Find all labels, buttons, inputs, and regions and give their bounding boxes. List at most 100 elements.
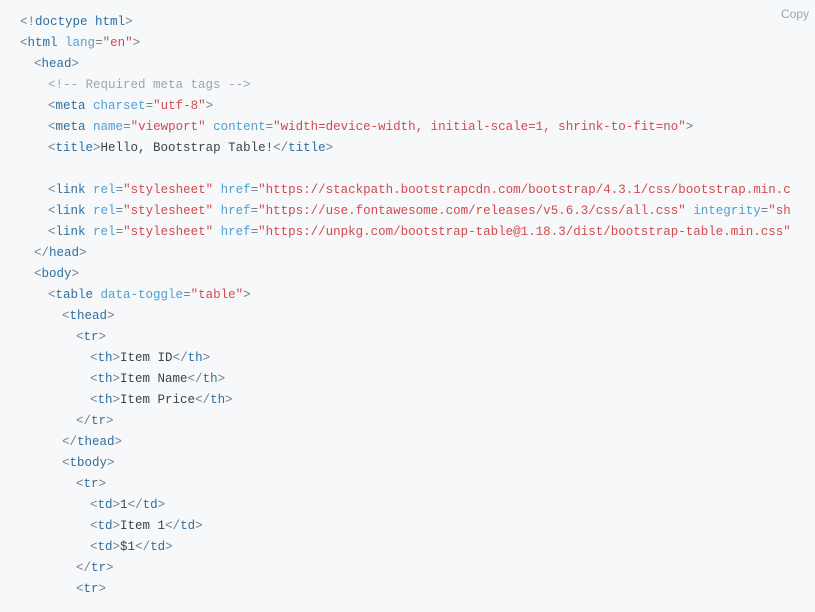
code-token: thead bbox=[70, 309, 108, 323]
code-token: "width=device-width, initial-scale=1, sh… bbox=[273, 120, 686, 134]
code-token: < bbox=[76, 582, 84, 596]
code-line: <thead> bbox=[20, 306, 795, 327]
code-line: <!doctype html> bbox=[20, 12, 795, 33]
code-token: > bbox=[99, 330, 107, 344]
code-token: > bbox=[113, 498, 121, 512]
code-token: tr bbox=[91, 561, 106, 575]
code-token: > bbox=[113, 372, 121, 386]
code-token: td bbox=[98, 498, 113, 512]
code-token: "sh bbox=[768, 204, 791, 218]
code-line: <td>Item 1</td> bbox=[20, 516, 795, 537]
code-token: > bbox=[686, 120, 694, 134]
code-token bbox=[213, 225, 221, 239]
code-token: < bbox=[48, 183, 56, 197]
code-token: > bbox=[72, 57, 80, 71]
code-token: meta bbox=[56, 99, 86, 113]
code-line: <tr> bbox=[20, 327, 795, 348]
code-token: > bbox=[243, 288, 251, 302]
code-token: > bbox=[203, 351, 211, 365]
code-token: < bbox=[20, 36, 28, 50]
code-token bbox=[58, 36, 66, 50]
code-token: tr bbox=[91, 414, 106, 428]
code-token: table bbox=[56, 288, 94, 302]
code-token: doctype html bbox=[35, 15, 125, 29]
code-line: <html lang="en"> bbox=[20, 33, 795, 54]
code-token: title bbox=[288, 141, 326, 155]
code-token: = bbox=[146, 99, 154, 113]
code-token: = bbox=[116, 225, 124, 239]
code-token: < bbox=[48, 225, 56, 239]
code-token: </ bbox=[273, 141, 288, 155]
code-token bbox=[93, 288, 101, 302]
code-line: <body> bbox=[20, 264, 795, 285]
code-token: < bbox=[90, 519, 98, 533]
code-token: <!-- Required meta tags --> bbox=[48, 78, 251, 92]
code-token: < bbox=[62, 309, 70, 323]
code-token: href bbox=[221, 204, 251, 218]
code-token bbox=[213, 183, 221, 197]
code-token: thead bbox=[77, 435, 115, 449]
code-line: <!-- Required meta tags --> bbox=[20, 75, 795, 96]
code-token: th bbox=[210, 393, 225, 407]
code-token: > bbox=[93, 141, 101, 155]
code-token: th bbox=[188, 351, 203, 365]
code-token: Item 1 bbox=[120, 519, 165, 533]
code-token: < bbox=[34, 267, 42, 281]
code-token: "stylesheet" bbox=[123, 225, 213, 239]
code-token: < bbox=[90, 372, 98, 386]
code-token: tr bbox=[84, 477, 99, 491]
code-token: > bbox=[206, 99, 214, 113]
code-token: < bbox=[34, 57, 42, 71]
code-line: </tr> bbox=[20, 558, 795, 579]
code-token: $1 bbox=[120, 540, 135, 554]
code-token: = bbox=[266, 120, 274, 134]
code-line: <tr> bbox=[20, 474, 795, 495]
code-token: > bbox=[158, 498, 166, 512]
code-token: href bbox=[221, 225, 251, 239]
code-token: </ bbox=[173, 351, 188, 365]
code-line: <link rel="stylesheet" href="https://sta… bbox=[20, 180, 795, 201]
code-token: </ bbox=[76, 414, 91, 428]
code-token: = bbox=[251, 204, 259, 218]
code-token: "stylesheet" bbox=[123, 183, 213, 197]
code-token: > bbox=[113, 519, 121, 533]
code-token: > bbox=[106, 414, 114, 428]
code-token: > bbox=[99, 477, 107, 491]
code-token: Item Name bbox=[120, 372, 188, 386]
code-token: > bbox=[106, 561, 114, 575]
code-token: < bbox=[48, 141, 56, 155]
code-token: "https://unpkg.com/bootstrap-table@1.18.… bbox=[258, 225, 791, 239]
code-token bbox=[206, 120, 214, 134]
code-token: link bbox=[56, 204, 86, 218]
code-token: td bbox=[150, 540, 165, 554]
code-token: th bbox=[98, 372, 113, 386]
code-line: <title>Hello, Bootstrap Table!</title> bbox=[20, 138, 795, 159]
code-line: <head> bbox=[20, 54, 795, 75]
code-token: tbody bbox=[70, 456, 108, 470]
code-token: < bbox=[76, 477, 84, 491]
code-token: td bbox=[98, 540, 113, 554]
code-token: title bbox=[56, 141, 94, 155]
code-token: < bbox=[90, 540, 98, 554]
code-token: = bbox=[183, 288, 191, 302]
code-token: Item Price bbox=[120, 393, 195, 407]
code-token: > bbox=[72, 267, 80, 281]
code-token: > bbox=[99, 582, 107, 596]
copy-button[interactable]: Copy bbox=[781, 4, 809, 25]
code-line: <td>1</td> bbox=[20, 495, 795, 516]
code-token: < bbox=[62, 456, 70, 470]
code-token: > bbox=[115, 435, 123, 449]
code-token: > bbox=[113, 393, 121, 407]
code-token: > bbox=[218, 372, 226, 386]
code-token: > bbox=[125, 15, 133, 29]
code-token: Item ID bbox=[120, 351, 173, 365]
code-token: </ bbox=[34, 246, 49, 260]
code-token: data-toggle bbox=[101, 288, 184, 302]
code-token: </ bbox=[165, 519, 180, 533]
code-token: td bbox=[180, 519, 195, 533]
code-token: </ bbox=[188, 372, 203, 386]
code-token: href bbox=[221, 183, 251, 197]
code-line: </tr> bbox=[20, 411, 795, 432]
code-token: rel bbox=[93, 225, 116, 239]
code-token: < bbox=[48, 204, 56, 218]
